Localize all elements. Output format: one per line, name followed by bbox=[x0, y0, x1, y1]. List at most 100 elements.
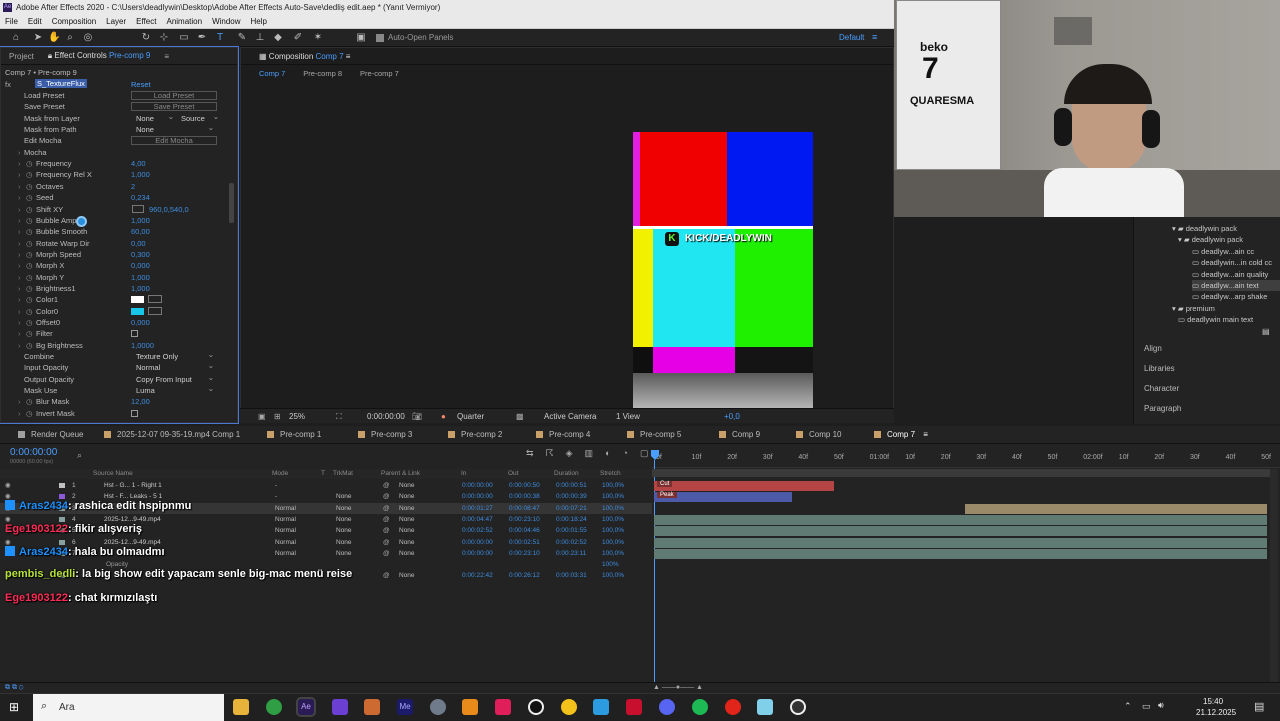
param-button[interactable]: Load Preset bbox=[131, 91, 217, 100]
taskbar-search[interactable]: ⌕ Ara bbox=[33, 694, 224, 721]
stopwatch-icon[interactable]: ◷ bbox=[26, 306, 33, 317]
stopwatch-icon[interactable]: ◷ bbox=[26, 181, 33, 192]
pickwhip-icon[interactable]: @ bbox=[383, 537, 390, 548]
layer-stretch[interactable]: 100,0% bbox=[602, 570, 624, 581]
home-icon[interactable]: ⌂ bbox=[10, 32, 22, 44]
menu-help[interactable]: Help bbox=[251, 15, 267, 28]
timeline-tab[interactable]: Pre-comp 2 bbox=[448, 426, 502, 444]
param-value[interactable]: 1,000 bbox=[131, 215, 150, 226]
layer-row[interactable]: ◉ 3 Normal None @ None 0:00:01:27 0:00:08:47 0:0… bbox=[0, 502, 652, 514]
selection-tool-icon[interactable]: ➤ bbox=[32, 32, 44, 44]
store-icon[interactable] bbox=[593, 699, 609, 715]
project-tree-item[interactable]: ▭ deadlywin main text bbox=[1178, 314, 1280, 325]
menu-edit[interactable]: Edit bbox=[28, 15, 42, 28]
brush-tool-icon[interactable]: ✎ bbox=[236, 32, 248, 44]
timeline-tab[interactable]: Pre-comp 1 bbox=[267, 426, 321, 444]
expand-arrow-icon[interactable]: › bbox=[18, 215, 21, 226]
maps-icon[interactable] bbox=[561, 699, 577, 715]
zoom-value[interactable]: 25% bbox=[289, 409, 305, 424]
transparency-icon[interactable]: ▩ bbox=[516, 409, 524, 424]
layer-duration[interactable]: 0:00:18:24 bbox=[556, 514, 587, 525]
stopwatch-icon[interactable]: ◷ bbox=[26, 272, 33, 283]
layer-out[interactable]: 0:00:04:46 bbox=[509, 525, 540, 536]
clone-stamp-icon[interactable]: ⊥ bbox=[254, 32, 266, 44]
layer-in[interactable]: 0:00:00:00 bbox=[462, 548, 493, 559]
always-preview-icon[interactable]: ▣ bbox=[258, 409, 266, 424]
layer-row[interactable]: ◉ 8 @ None 0:00:22:42 0:00:26:12 0:00:03:31 100… bbox=[0, 570, 652, 581]
tab-effect-controls[interactable]: 🔒︎ Effect Controls Pre-comp 9 bbox=[48, 51, 150, 61]
panel-menu-icon[interactable]: ≡ bbox=[164, 52, 169, 61]
volume-icon[interactable]: 🔊︎ bbox=[1158, 700, 1164, 711]
layer-name[interactable]: Opacity bbox=[106, 559, 128, 570]
layer-out[interactable]: 0:00:23:10 bbox=[509, 548, 540, 559]
visibility-eye-icon[interactable]: ◉ bbox=[5, 548, 11, 559]
stopwatch-icon[interactable]: ◷ bbox=[26, 260, 33, 271]
expand-arrow-icon[interactable]: › bbox=[18, 283, 21, 294]
pickwhip-icon[interactable]: @ bbox=[383, 548, 390, 559]
expand-arrow-icon[interactable]: › bbox=[18, 294, 21, 305]
project-tree-item[interactable]: ▾ ▰ deadlywin pack bbox=[1172, 223, 1280, 234]
expand-arrow-icon[interactable]: › bbox=[18, 340, 21, 351]
layer-parent[interactable]: None bbox=[399, 503, 415, 514]
app-icon[interactable] bbox=[430, 699, 446, 715]
layer-row[interactable]: ◉ 4 2025-12...9-49.mp4 Normal None @ None 0:00:… bbox=[0, 514, 652, 525]
after-effects-taskbar-icon[interactable]: Ae bbox=[296, 697, 316, 717]
project-tree-item[interactable]: ▭ deadlyw...arp shake bbox=[1192, 291, 1280, 302]
panel-align[interactable]: Align bbox=[1144, 344, 1162, 353]
menu-file[interactable]: File bbox=[5, 15, 18, 28]
zoom-tool-icon[interactable]: ⌕ bbox=[64, 32, 76, 44]
layer-bar[interactable] bbox=[654, 514, 1267, 525]
search-icon[interactable]: ⌕ bbox=[77, 450, 82, 461]
layer-duration[interactable]: 0:00:03:31 bbox=[556, 570, 587, 581]
param-dropdown[interactable]: Texture Only bbox=[136, 350, 216, 361]
pickwhip-icon[interactable]: @ bbox=[383, 503, 390, 514]
work-area-bar[interactable] bbox=[652, 469, 1270, 477]
visibility-eye-icon[interactable]: ◉ bbox=[5, 491, 11, 502]
layer-name[interactable]: Hst - F... Leaks - 5 1 bbox=[104, 491, 162, 502]
tab-project[interactable]: Project bbox=[9, 52, 34, 61]
stopwatch-icon[interactable]: ◷ bbox=[26, 249, 33, 260]
param-checkbox[interactable] bbox=[131, 330, 138, 338]
shield-icon[interactable] bbox=[332, 699, 348, 715]
panel-paragraph[interactable]: Paragraph bbox=[1144, 404, 1181, 413]
spotify-icon[interactable] bbox=[692, 699, 708, 715]
expand-arrow-icon[interactable]: › bbox=[18, 238, 21, 249]
panel-libraries[interactable]: Libraries bbox=[1144, 364, 1175, 373]
layer-out[interactable]: 0:00:26:12 bbox=[509, 570, 540, 581]
layer-trkmat[interactable]: None bbox=[336, 503, 352, 514]
stopwatch-icon[interactable]: ◷ bbox=[26, 169, 33, 180]
expand-arrow-icon[interactable]: › bbox=[18, 306, 21, 317]
project-tree-item[interactable]: ▭ deadlywin...in cold cc bbox=[1192, 257, 1280, 268]
param-value[interactable]: 0,00 bbox=[131, 238, 146, 249]
layer-stretch[interactable]: 100,0% bbox=[602, 537, 624, 548]
layer-in[interactable]: 0:00:02:52 bbox=[462, 525, 493, 536]
tray-chevron-icon[interactable]: ⌃ bbox=[1124, 701, 1132, 712]
layer-duration[interactable]: 0:00:23:11 bbox=[556, 548, 586, 559]
stopwatch-icon[interactable]: ◷ bbox=[26, 317, 33, 328]
stopwatch-icon[interactable]: ◷ bbox=[26, 283, 33, 294]
layer-duration[interactable]: 0:00:00:39 bbox=[556, 491, 587, 502]
snapshot-icon[interactable]: 📷︎ bbox=[412, 409, 422, 424]
project-tree-item[interactable]: ▾ ▰ deadlywin pack bbox=[1178, 234, 1280, 245]
expand-arrow-icon[interactable]: › bbox=[18, 158, 21, 169]
stopwatch-icon[interactable]: ◷ bbox=[26, 238, 33, 249]
layer-parent[interactable]: None bbox=[399, 491, 415, 502]
param-value[interactable]: 0,000 bbox=[131, 260, 150, 271]
position-icon[interactable] bbox=[132, 204, 144, 213]
effect-name[interactable]: S_TextureFlux bbox=[35, 79, 87, 88]
frame-blend-icon[interactable]: ▥ bbox=[585, 448, 594, 459]
expand-arrow-icon[interactable]: › bbox=[18, 169, 21, 180]
layer-name[interactable]: 2025-12...9-49.mp4 bbox=[104, 537, 161, 548]
timeline-tab[interactable]: 2025-12-07 09-35-19.mp4 Comp 1 bbox=[104, 426, 240, 444]
chrome-icon[interactable] bbox=[266, 699, 282, 715]
param-dropdown-2[interactable]: Source bbox=[181, 112, 221, 123]
layer-in[interactable]: 0:00:00:00 bbox=[462, 491, 493, 502]
project-tree-item[interactable]: ▭ deadlyw...ain cc bbox=[1192, 246, 1280, 257]
clock-time[interactable]: 15:40 bbox=[1203, 697, 1223, 706]
panel-character[interactable]: Character bbox=[1144, 384, 1179, 393]
tool-icon[interactable] bbox=[364, 699, 380, 715]
capcut-icon[interactable] bbox=[495, 699, 511, 715]
expand-arrow-icon[interactable]: › bbox=[18, 317, 21, 328]
view-select[interactable]: 1 View bbox=[616, 409, 640, 424]
layer-stretch[interactable]: 100,0% bbox=[602, 514, 624, 525]
